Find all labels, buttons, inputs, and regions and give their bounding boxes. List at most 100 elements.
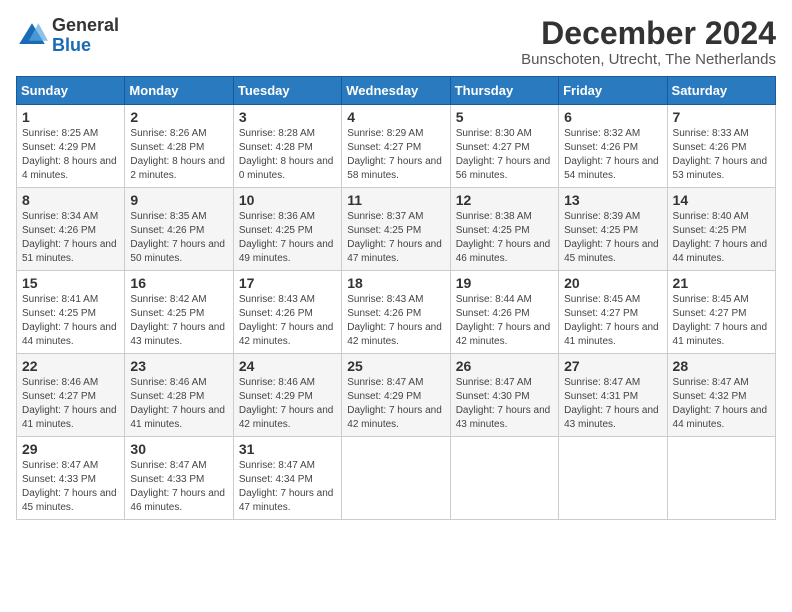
calendar-cell	[559, 437, 667, 520]
weekday-header: Sunday	[17, 77, 125, 105]
weekday-header-row: SundayMondayTuesdayWednesdayThursdayFrid…	[17, 77, 776, 105]
calendar-cell: 17 Sunrise: 8:43 AMSunset: 4:26 PMDaylig…	[233, 271, 341, 354]
calendar-cell: 18 Sunrise: 8:43 AMSunset: 4:26 PMDaylig…	[342, 271, 450, 354]
calendar-cell: 22 Sunrise: 8:46 AMSunset: 4:27 PMDaylig…	[17, 354, 125, 437]
day-info: Sunrise: 8:47 AMSunset: 4:34 PMDaylight:…	[239, 460, 334, 513]
day-number: 9	[130, 192, 227, 208]
day-info: Sunrise: 8:35 AMSunset: 4:26 PMDaylight:…	[130, 211, 225, 264]
calendar-cell: 27 Sunrise: 8:47 AMSunset: 4:31 PMDaylig…	[559, 354, 667, 437]
calendar-cell: 7 Sunrise: 8:33 AMSunset: 4:26 PMDayligh…	[667, 105, 775, 188]
day-info: Sunrise: 8:47 AMSunset: 4:29 PMDaylight:…	[347, 377, 442, 430]
day-number: 31	[239, 441, 336, 457]
calendar-cell: 3 Sunrise: 8:28 AMSunset: 4:28 PMDayligh…	[233, 105, 341, 188]
day-info: Sunrise: 8:41 AMSunset: 4:25 PMDaylight:…	[22, 294, 117, 347]
calendar-cell: 15 Sunrise: 8:41 AMSunset: 4:25 PMDaylig…	[17, 271, 125, 354]
calendar-week-row: 29 Sunrise: 8:47 AMSunset: 4:33 PMDaylig…	[17, 437, 776, 520]
day-number: 5	[456, 109, 553, 125]
calendar-cell	[667, 437, 775, 520]
day-info: Sunrise: 8:32 AMSunset: 4:26 PMDaylight:…	[564, 128, 659, 181]
page-header: General Blue December 2024 Bunschoten, U…	[16, 16, 776, 68]
calendar-cell: 1 Sunrise: 8:25 AMSunset: 4:29 PMDayligh…	[17, 105, 125, 188]
day-info: Sunrise: 8:33 AMSunset: 4:26 PMDaylight:…	[673, 128, 768, 181]
day-info: Sunrise: 8:30 AMSunset: 4:27 PMDaylight:…	[456, 128, 551, 181]
calendar-cell: 8 Sunrise: 8:34 AMSunset: 4:26 PMDayligh…	[17, 188, 125, 271]
day-info: Sunrise: 8:46 AMSunset: 4:29 PMDaylight:…	[239, 377, 334, 430]
day-info: Sunrise: 8:25 AMSunset: 4:29 PMDaylight:…	[22, 128, 117, 181]
day-number: 3	[239, 109, 336, 125]
day-number: 1	[22, 109, 119, 125]
calendar-cell: 13 Sunrise: 8:39 AMSunset: 4:25 PMDaylig…	[559, 188, 667, 271]
calendar-cell: 20 Sunrise: 8:45 AMSunset: 4:27 PMDaylig…	[559, 271, 667, 354]
day-info: Sunrise: 8:39 AMSunset: 4:25 PMDaylight:…	[564, 211, 659, 264]
day-info: Sunrise: 8:47 AMSunset: 4:30 PMDaylight:…	[456, 377, 551, 430]
day-info: Sunrise: 8:38 AMSunset: 4:25 PMDaylight:…	[456, 211, 551, 264]
calendar-cell: 2 Sunrise: 8:26 AMSunset: 4:28 PMDayligh…	[125, 105, 233, 188]
day-number: 26	[456, 358, 553, 374]
day-info: Sunrise: 8:45 AMSunset: 4:27 PMDaylight:…	[564, 294, 659, 347]
day-info: Sunrise: 8:43 AMSunset: 4:26 PMDaylight:…	[347, 294, 442, 347]
day-number: 7	[673, 109, 770, 125]
calendar-cell: 24 Sunrise: 8:46 AMSunset: 4:29 PMDaylig…	[233, 354, 341, 437]
day-info: Sunrise: 8:44 AMSunset: 4:26 PMDaylight:…	[456, 294, 551, 347]
calendar-cell: 16 Sunrise: 8:42 AMSunset: 4:25 PMDaylig…	[125, 271, 233, 354]
logo: General Blue	[16, 16, 119, 56]
calendar-cell: 12 Sunrise: 8:38 AMSunset: 4:25 PMDaylig…	[450, 188, 558, 271]
day-info: Sunrise: 8:28 AMSunset: 4:28 PMDaylight:…	[239, 128, 334, 181]
day-number: 30	[130, 441, 227, 457]
location: Bunschoten, Utrecht, The Netherlands	[521, 51, 776, 68]
calendar-week-row: 22 Sunrise: 8:46 AMSunset: 4:27 PMDaylig…	[17, 354, 776, 437]
day-number: 14	[673, 192, 770, 208]
calendar-cell	[342, 437, 450, 520]
day-number: 10	[239, 192, 336, 208]
calendar-cell: 11 Sunrise: 8:37 AMSunset: 4:25 PMDaylig…	[342, 188, 450, 271]
weekday-header: Thursday	[450, 77, 558, 105]
day-info: Sunrise: 8:46 AMSunset: 4:28 PMDaylight:…	[130, 377, 225, 430]
day-number: 20	[564, 275, 661, 291]
day-info: Sunrise: 8:43 AMSunset: 4:26 PMDaylight:…	[239, 294, 334, 347]
calendar-cell: 14 Sunrise: 8:40 AMSunset: 4:25 PMDaylig…	[667, 188, 775, 271]
day-number: 2	[130, 109, 227, 125]
logo-text: General Blue	[52, 16, 119, 56]
calendar-cell: 26 Sunrise: 8:47 AMSunset: 4:30 PMDaylig…	[450, 354, 558, 437]
day-number: 21	[673, 275, 770, 291]
day-number: 25	[347, 358, 444, 374]
calendar-cell: 23 Sunrise: 8:46 AMSunset: 4:28 PMDaylig…	[125, 354, 233, 437]
day-info: Sunrise: 8:26 AMSunset: 4:28 PMDaylight:…	[130, 128, 225, 181]
day-info: Sunrise: 8:47 AMSunset: 4:32 PMDaylight:…	[673, 377, 768, 430]
day-info: Sunrise: 8:29 AMSunset: 4:27 PMDaylight:…	[347, 128, 442, 181]
calendar-cell: 19 Sunrise: 8:44 AMSunset: 4:26 PMDaylig…	[450, 271, 558, 354]
calendar-table: SundayMondayTuesdayWednesdayThursdayFrid…	[16, 76, 776, 520]
calendar-cell: 31 Sunrise: 8:47 AMSunset: 4:34 PMDaylig…	[233, 437, 341, 520]
weekday-header: Monday	[125, 77, 233, 105]
weekday-header: Tuesday	[233, 77, 341, 105]
calendar-cell: 29 Sunrise: 8:47 AMSunset: 4:33 PMDaylig…	[17, 437, 125, 520]
day-info: Sunrise: 8:40 AMSunset: 4:25 PMDaylight:…	[673, 211, 768, 264]
calendar-cell	[450, 437, 558, 520]
logo-general: General	[52, 15, 119, 35]
calendar-week-row: 1 Sunrise: 8:25 AMSunset: 4:29 PMDayligh…	[17, 105, 776, 188]
calendar-cell: 21 Sunrise: 8:45 AMSunset: 4:27 PMDaylig…	[667, 271, 775, 354]
day-info: Sunrise: 8:36 AMSunset: 4:25 PMDaylight:…	[239, 211, 334, 264]
day-number: 23	[130, 358, 227, 374]
day-number: 17	[239, 275, 336, 291]
weekday-header: Saturday	[667, 77, 775, 105]
day-number: 27	[564, 358, 661, 374]
weekday-header: Friday	[559, 77, 667, 105]
calendar-week-row: 15 Sunrise: 8:41 AMSunset: 4:25 PMDaylig…	[17, 271, 776, 354]
calendar-cell: 5 Sunrise: 8:30 AMSunset: 4:27 PMDayligh…	[450, 105, 558, 188]
logo-blue: Blue	[52, 35, 91, 55]
calendar-cell: 9 Sunrise: 8:35 AMSunset: 4:26 PMDayligh…	[125, 188, 233, 271]
weekday-header: Wednesday	[342, 77, 450, 105]
day-number: 11	[347, 192, 444, 208]
day-number: 29	[22, 441, 119, 457]
calendar-cell: 4 Sunrise: 8:29 AMSunset: 4:27 PMDayligh…	[342, 105, 450, 188]
day-number: 12	[456, 192, 553, 208]
day-number: 24	[239, 358, 336, 374]
day-info: Sunrise: 8:37 AMSunset: 4:25 PMDaylight:…	[347, 211, 442, 264]
day-number: 16	[130, 275, 227, 291]
calendar-cell: 28 Sunrise: 8:47 AMSunset: 4:32 PMDaylig…	[667, 354, 775, 437]
day-info: Sunrise: 8:42 AMSunset: 4:25 PMDaylight:…	[130, 294, 225, 347]
day-info: Sunrise: 8:47 AMSunset: 4:31 PMDaylight:…	[564, 377, 659, 430]
logo-icon	[16, 20, 48, 52]
day-number: 6	[564, 109, 661, 125]
